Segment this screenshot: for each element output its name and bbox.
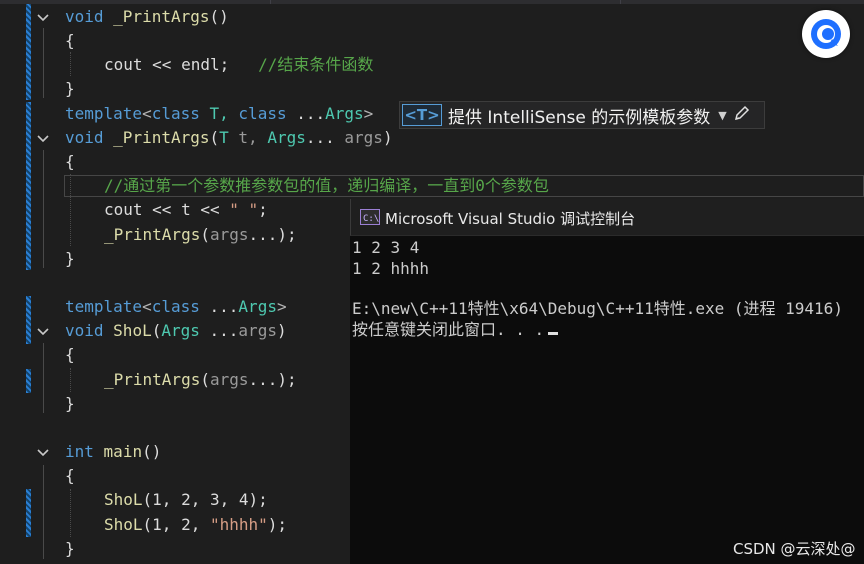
console-output-line: E:\new\C++11特性\x64\Debug\C++11特性.exe (进程… bbox=[352, 299, 843, 318]
code-line[interactable]: { bbox=[65, 343, 75, 367]
code-line[interactable]: { bbox=[65, 29, 75, 53]
change-marker bbox=[26, 102, 31, 270]
code-line[interactable]: { bbox=[65, 150, 75, 174]
svg-text:C:\: C:\ bbox=[363, 214, 379, 224]
code-line[interactable]: } bbox=[65, 77, 75, 101]
console-title: Microsoft Visual Studio 调试控制台 bbox=[385, 210, 636, 228]
console-cursor bbox=[548, 332, 559, 335]
code-line[interactable]: { bbox=[65, 464, 75, 488]
intellisense-template-hint[interactable]: <T> 提供 IntelliSense 的示例模板参数 ▼ bbox=[399, 101, 765, 129]
code-line[interactable]: } bbox=[65, 247, 75, 271]
watermark: CSDN @云深处@ bbox=[733, 540, 856, 558]
code-line[interactable]: _PrintArgs(args...); bbox=[104, 223, 297, 247]
assistant-avatar-icon[interactable] bbox=[802, 10, 850, 58]
code-line[interactable]: int main() bbox=[65, 440, 161, 464]
code-line[interactable]: ShoL(1, 2, "hhhh"); bbox=[104, 513, 287, 537]
fold-chevron-icon[interactable] bbox=[34, 444, 52, 462]
console-title-bar[interactable]: C:\ Microsoft Visual Studio 调试控制台 bbox=[350, 199, 864, 236]
fold-chevron-icon[interactable] bbox=[34, 323, 52, 341]
console-output-line: 1 2 3 4 bbox=[352, 238, 420, 257]
debug-console-window[interactable]: C:\ Microsoft Visual Studio 调试控制台 1 2 3 … bbox=[350, 199, 864, 564]
change-marker bbox=[26, 489, 31, 537]
code-line[interactable]: cout << endl; //结束条件函数 bbox=[104, 53, 373, 77]
fold-chevron-icon[interactable] bbox=[34, 9, 52, 27]
caret-down-icon[interactable]: ▼ bbox=[718, 109, 726, 122]
console-output-line: 1 2 hhhh bbox=[352, 259, 430, 278]
code-line[interactable]: } bbox=[65, 392, 75, 416]
code-line[interactable]: ShoL(1, 2, 3, 4); bbox=[104, 488, 268, 512]
tab-strip bbox=[0, 0, 864, 4]
code-line[interactable]: //通过第一个参数推参数包的值，递归编译，一直到0个参数包 bbox=[104, 174, 549, 198]
console-output-line: 按任意键关闭此窗口. . . bbox=[352, 319, 559, 340]
change-marker bbox=[26, 296, 31, 344]
code-line[interactable]: template<class ...Args> bbox=[65, 295, 287, 319]
template-badge[interactable]: <T> bbox=[402, 104, 442, 126]
change-marker bbox=[26, 4, 31, 100]
code-line[interactable]: void _PrintArgs(T t, Args... args) bbox=[65, 126, 393, 150]
hint-text: 提供 IntelliSense 的示例模板参数 bbox=[448, 107, 711, 128]
code-line[interactable]: void _PrintArgs() bbox=[65, 5, 229, 29]
code-line[interactable]: _PrintArgs(args...); bbox=[104, 368, 297, 392]
code-line[interactable]: template<class T, class ...Args> bbox=[65, 102, 373, 126]
fold-chevron-icon[interactable] bbox=[34, 130, 52, 148]
pencil-icon[interactable] bbox=[733, 104, 751, 126]
code-line[interactable]: void ShoL(Args ...args) bbox=[65, 319, 287, 343]
change-marker bbox=[26, 369, 31, 393]
code-line[interactable]: } bbox=[65, 537, 75, 561]
code-line[interactable]: cout << t << " "; bbox=[104, 198, 268, 222]
console-app-icon: C:\ bbox=[360, 209, 380, 225]
